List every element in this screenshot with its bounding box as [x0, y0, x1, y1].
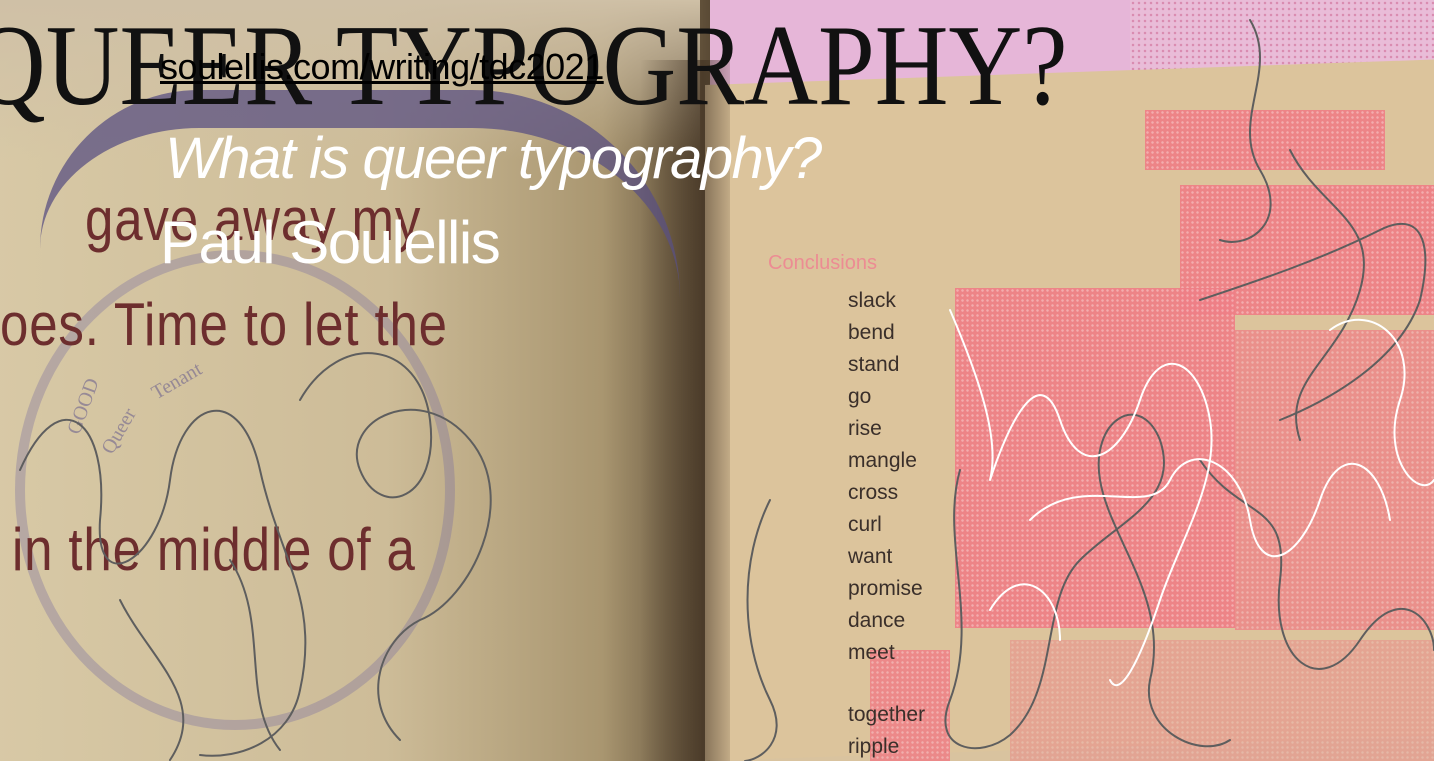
white-scribble-line — [989, 318, 1434, 641]
slide-subtitle: What is queer typography? — [165, 126, 822, 191]
gray-scribble-line — [944, 413, 1231, 750]
gray-scribble-line — [1219, 19, 1365, 441]
gray-scribble-line — [19, 409, 307, 757]
gray-scribble-line — [299, 352, 492, 741]
gray-scribble-line — [1199, 459, 1434, 670]
gray-scribble-line — [1199, 223, 1427, 421]
author-name: Paul Soulellis — [160, 209, 501, 276]
slide-canvas: GOOD Queer Tenant gave away my oes. Time… — [0, 0, 1434, 761]
gray-scribble-line — [119, 559, 281, 761]
source-url-link[interactable]: soulellis.com/writing/tdc2021 — [160, 46, 604, 88]
gray-scribble-line — [744, 499, 778, 761]
